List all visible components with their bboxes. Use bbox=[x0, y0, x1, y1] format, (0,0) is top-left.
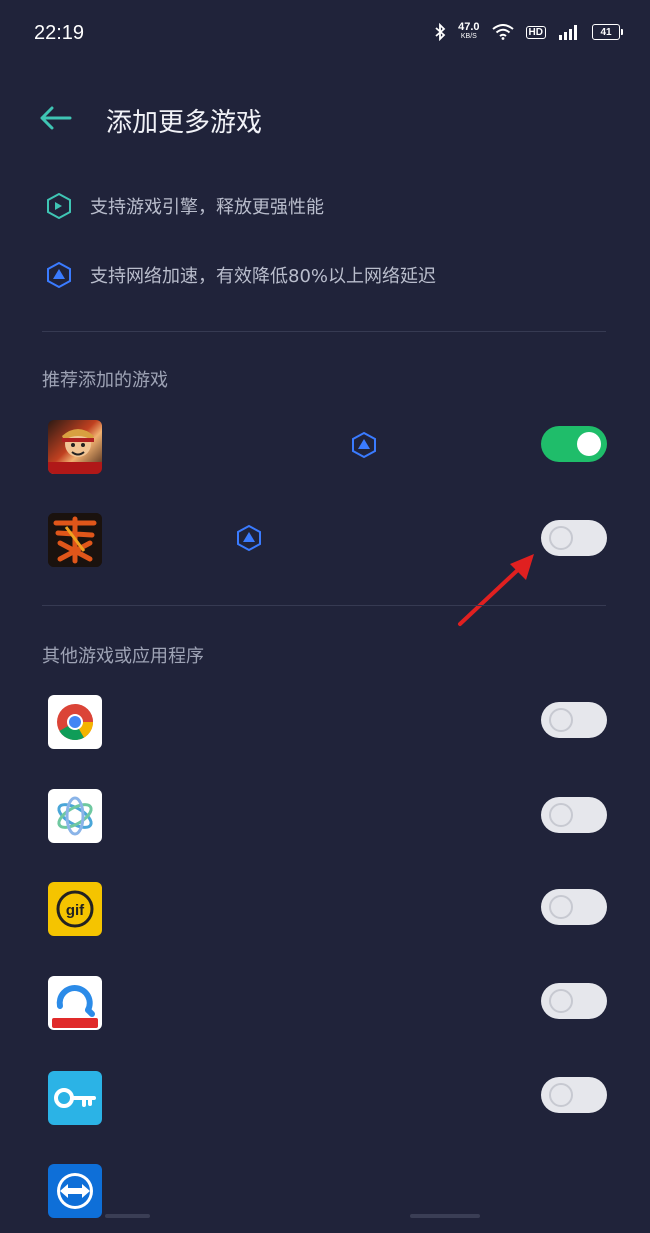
list-item bbox=[0, 675, 650, 765]
signal-icon bbox=[559, 25, 577, 40]
browser-logo bbox=[52, 985, 98, 1028]
toggle-knob bbox=[549, 1083, 573, 1107]
game-art bbox=[48, 429, 102, 474]
page-title: 添加更多游戏 bbox=[106, 108, 263, 138]
network-accel-icon bbox=[352, 431, 376, 459]
battery-icon: 41 bbox=[592, 24, 623, 40]
browser-app-icon[interactable] bbox=[48, 976, 102, 1030]
key-logo bbox=[54, 1088, 96, 1108]
feature-text: 支持网络加速，有效降低80%以上网络延迟 bbox=[90, 266, 437, 287]
toggle-knob bbox=[549, 895, 573, 919]
game-art bbox=[48, 513, 102, 567]
chrome-logo bbox=[57, 704, 94, 741]
toggle-switch[interactable] bbox=[541, 797, 607, 833]
chrome-icon[interactable] bbox=[48, 695, 102, 749]
toggle-switch[interactable] bbox=[541, 520, 607, 556]
network-speed-value: 47.0 bbox=[458, 21, 480, 33]
toggle-switch[interactable] bbox=[541, 426, 607, 462]
toggle-knob bbox=[549, 708, 573, 732]
toggle-switch[interactable] bbox=[541, 983, 607, 1019]
list-item bbox=[0, 956, 650, 1046]
toggle-knob bbox=[549, 803, 573, 827]
section-title-others: 其他游戏或应用程序 bbox=[42, 646, 204, 667]
list-item bbox=[0, 769, 650, 859]
bluetooth-icon bbox=[435, 23, 446, 41]
header: 添加更多游戏 bbox=[0, 86, 650, 152]
svg-text:gif: gif bbox=[66, 902, 85, 919]
back-button[interactable] bbox=[36, 100, 76, 136]
toggle-knob bbox=[549, 526, 573, 550]
game-engine-icon bbox=[47, 193, 71, 219]
section-title-recommended: 推荐添加的游戏 bbox=[42, 370, 168, 391]
swirl-app-icon[interactable] bbox=[48, 789, 102, 843]
divider bbox=[42, 605, 606, 606]
toggle-switch[interactable] bbox=[541, 889, 607, 925]
status-time: 22:19 bbox=[34, 22, 85, 44]
one-piece-game-icon[interactable] bbox=[48, 420, 102, 474]
swirl-logo bbox=[57, 796, 93, 836]
key-app-icon[interactable] bbox=[48, 1071, 102, 1125]
home-indicator bbox=[105, 1214, 480, 1218]
list-item: gif bbox=[0, 862, 650, 952]
list-item bbox=[0, 493, 650, 583]
network-accel-icon bbox=[237, 524, 261, 552]
divider bbox=[42, 331, 606, 332]
network-speed-unit: KB/S bbox=[460, 33, 477, 40]
annotation-arrow-icon bbox=[458, 554, 534, 626]
network-accel-icon bbox=[47, 262, 71, 288]
list-item bbox=[0, 1143, 650, 1233]
feature-game-engine: 支持游戏引擎，释放更强性能 bbox=[46, 193, 324, 219]
network-speed: 47.0 KB/S bbox=[458, 22, 479, 42]
toggle-knob bbox=[549, 989, 573, 1013]
sanguosha-game-icon[interactable] bbox=[48, 513, 102, 567]
wifi-icon bbox=[491, 24, 514, 40]
status-bar: 22:19 47.0 KB/S HD 41 bbox=[0, 0, 650, 66]
list-item bbox=[0, 400, 650, 490]
toggle-knob bbox=[577, 432, 601, 456]
feature-text: 支持游戏引擎，释放更强性能 bbox=[90, 197, 324, 218]
status-icons: 47.0 KB/S HD 41 bbox=[434, 22, 623, 42]
toggle-switch[interactable] bbox=[541, 1077, 607, 1113]
gif-app-icon[interactable]: gif bbox=[48, 882, 102, 936]
feature-network-accel: 支持网络加速，有效降低80%以上网络延迟 bbox=[46, 262, 436, 288]
back-arrow-icon bbox=[40, 106, 72, 130]
toggle-switch[interactable] bbox=[541, 702, 607, 738]
list-item bbox=[0, 1049, 650, 1139]
hd-icon: HD bbox=[525, 25, 546, 39]
gif-logo: gif bbox=[56, 890, 94, 928]
